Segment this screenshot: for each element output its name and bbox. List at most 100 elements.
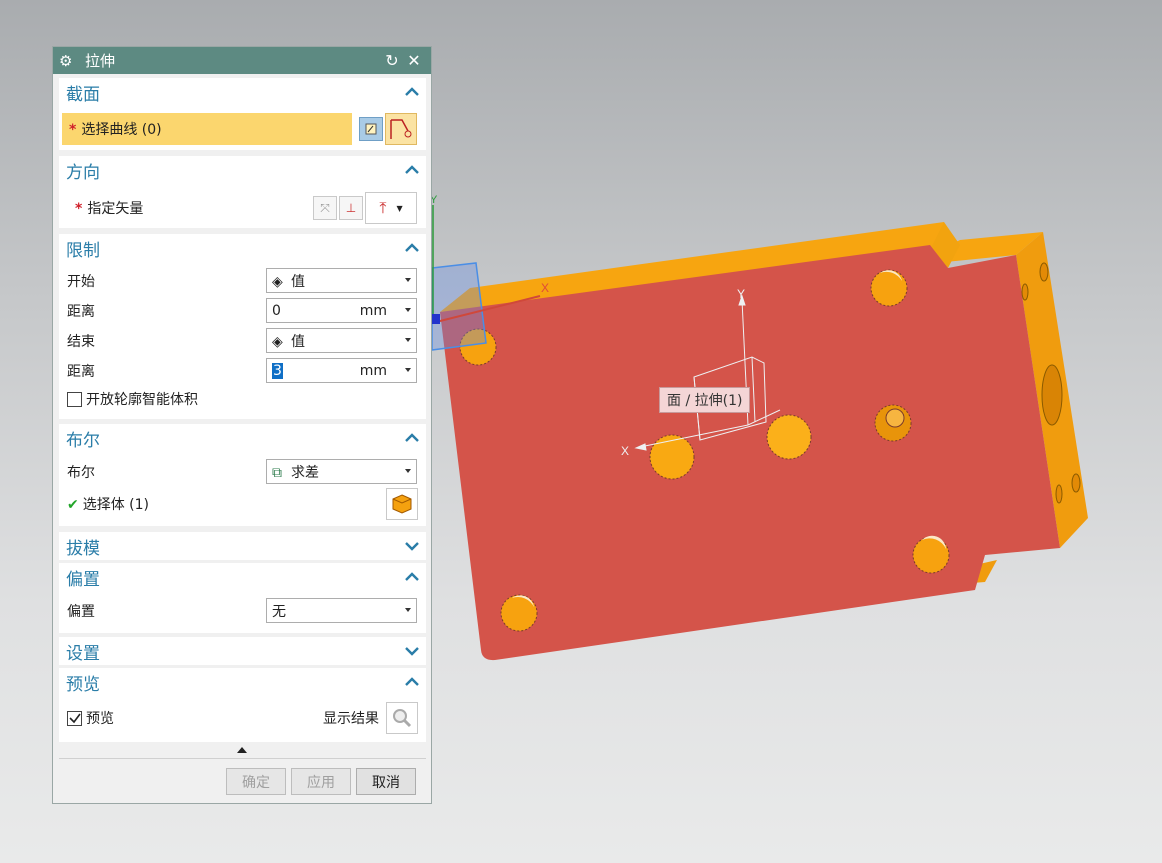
chevron-down-icon[interactable] xyxy=(405,308,411,312)
offset-select[interactable]: 无 xyxy=(266,598,417,623)
start-distance-input[interactable]: 0 mm xyxy=(266,298,417,323)
specify-vector-row: * 指定矢量 ⤧ ⊥ ⤒ ▼ xyxy=(59,192,426,224)
wcs-y-label: Y xyxy=(737,287,745,301)
select-curve-row[interactable]: * 选择曲线 (0) xyxy=(59,113,426,145)
start-label: 开始 xyxy=(67,273,95,290)
end-type-value: 值 xyxy=(291,333,305,350)
curve-icon xyxy=(390,119,412,139)
sketch-section-button[interactable] xyxy=(359,117,383,141)
limits-panel: 限制 开始 ◈ 值 距离 0 mm 结束 ◈ 值 距离 3 mm 开放轮廓智能体… xyxy=(59,234,426,419)
required-mark: * xyxy=(75,201,83,217)
start-type-value: 值 xyxy=(291,273,305,290)
value-icon: ◈ xyxy=(272,273,283,290)
direction-title: 方向 xyxy=(66,162,100,183)
vector-type-dropdown[interactable]: ⤒ ▼ xyxy=(365,192,417,224)
direction-panel: 方向 * 指定矢量 ⤧ ⊥ ⤒ ▼ xyxy=(59,156,426,228)
show-result-button[interactable] xyxy=(386,702,418,734)
limits-header[interactable]: 限制 xyxy=(59,234,426,262)
select-body-label: 选择体 (1) xyxy=(82,497,150,513)
preview-label: 预览 xyxy=(86,711,114,727)
close-icon[interactable]: ✕ xyxy=(403,51,425,70)
end-row: 结束 ◈ 值 xyxy=(59,328,426,353)
chevron-down-icon xyxy=(405,469,411,473)
show-result-label: 显示结果 xyxy=(323,711,379,727)
chevron-up-icon[interactable] xyxy=(404,240,420,256)
datum-plane[interactable] xyxy=(431,262,487,351)
offset-panel: 偏置 偏置 无 xyxy=(59,563,426,633)
preview-panel: 预览 预览 显示结果 xyxy=(59,668,426,742)
curve-select-button[interactable] xyxy=(385,113,417,145)
preview-header[interactable]: 预览 xyxy=(59,668,426,696)
draft-header[interactable]: 拔模 xyxy=(59,532,426,560)
offset-title: 偏置 xyxy=(66,569,100,590)
preview-checkbox[interactable] xyxy=(67,710,82,726)
offset-value: 无 xyxy=(272,603,286,620)
select-body-button[interactable] xyxy=(386,488,418,520)
start-unit: mm xyxy=(359,302,387,319)
checkmark-icon xyxy=(68,713,81,724)
chevron-down-icon xyxy=(405,608,411,612)
open-profile-checkbox[interactable] xyxy=(67,391,82,407)
draft-panel: 拔模 xyxy=(59,532,426,560)
reverse-direction-button[interactable]: ⤧ xyxy=(313,196,337,220)
subtract-icon: ⧉ xyxy=(272,464,282,481)
end-label: 结束 xyxy=(67,333,95,350)
datum-origin[interactable] xyxy=(432,314,440,324)
boolean-header[interactable]: 布尔 xyxy=(59,424,426,452)
extrude-dialog: ⚙ 拉伸 ↻ ✕ 截面 * 选择曲线 (0) 方向 * 指定矢量 ⤧ ⊥ ⤒ ▼… xyxy=(52,46,432,804)
chevron-down-icon[interactable] xyxy=(405,368,411,372)
chevron-up-icon[interactable] xyxy=(404,162,420,178)
chevron-up-icon[interactable] xyxy=(404,569,420,585)
direction-header[interactable]: 方向 xyxy=(59,156,426,184)
value-icon: ◈ xyxy=(272,333,283,350)
limits-title: 限制 xyxy=(66,240,100,261)
boolean-value: 求差 xyxy=(291,464,319,481)
check-icon: ✔ xyxy=(67,497,79,513)
chevron-up-icon[interactable] xyxy=(404,674,420,690)
dialog-title: 拉伸 xyxy=(85,52,116,70)
cancel-button[interactable]: 取消 xyxy=(356,768,416,795)
specify-vector-label: 指定矢量 xyxy=(87,201,144,217)
chevron-up-icon[interactable] xyxy=(404,430,420,446)
side-hole xyxy=(1021,283,1029,301)
apply-button[interactable]: 应用 xyxy=(291,768,351,795)
chevron-down-icon xyxy=(405,338,411,342)
ok-button[interactable]: 确定 xyxy=(226,768,286,795)
chevron-up-icon[interactable] xyxy=(404,84,420,100)
select-body-row[interactable]: ✔ 选择体 (1) xyxy=(59,488,426,520)
end-distance-input[interactable]: 3 mm xyxy=(266,358,417,383)
boolean-panel: 布尔 布尔 ⧉ 求差 ✔ 选择体 (1) xyxy=(59,424,426,526)
section-header[interactable]: 截面 xyxy=(59,78,426,106)
start-distance-value: 0 xyxy=(272,302,281,319)
end-unit: mm xyxy=(359,362,387,379)
open-profile-row[interactable]: 开放轮廓智能体积 xyxy=(59,388,426,410)
boolean-select[interactable]: ⧉ 求差 xyxy=(266,459,417,484)
collapse-arrow-icon[interactable] xyxy=(237,747,247,753)
boolean-label: 布尔 xyxy=(67,464,95,481)
extrude-face[interactable] xyxy=(440,245,1060,661)
vector-dialog-button[interactable]: ⊥ xyxy=(339,196,363,220)
boolean-title: 布尔 xyxy=(66,430,100,451)
open-profile-label: 开放轮廓智能体积 xyxy=(86,392,198,408)
section-title: 截面 xyxy=(66,84,100,105)
footer-divider xyxy=(59,758,426,759)
start-type-select[interactable]: ◈ 值 xyxy=(266,268,417,293)
side-hole xyxy=(1071,473,1081,493)
settings-header[interactable]: 设置 xyxy=(59,637,426,665)
side-hole xyxy=(1055,484,1063,504)
settings-title: 设置 xyxy=(66,643,100,664)
dialog-titlebar[interactable]: ⚙ 拉伸 ↻ ✕ xyxy=(53,47,431,74)
required-mark: * xyxy=(69,122,77,138)
side-hole xyxy=(1041,364,1063,426)
reset-icon[interactable]: ↻ xyxy=(381,51,403,70)
magnifier-icon xyxy=(393,709,412,728)
solid-body-icon xyxy=(392,494,412,514)
settings-panel: 设置 xyxy=(59,637,426,665)
chevron-down-icon[interactable] xyxy=(404,538,420,554)
end-type-select[interactable]: ◈ 值 xyxy=(266,328,417,353)
start-distance-row: 距离 0 mm xyxy=(59,298,426,323)
offset-row: 偏置 无 xyxy=(59,598,426,623)
offset-header[interactable]: 偏置 xyxy=(59,563,426,591)
offset-label: 偏置 xyxy=(67,603,95,620)
chevron-down-icon[interactable] xyxy=(404,643,420,659)
